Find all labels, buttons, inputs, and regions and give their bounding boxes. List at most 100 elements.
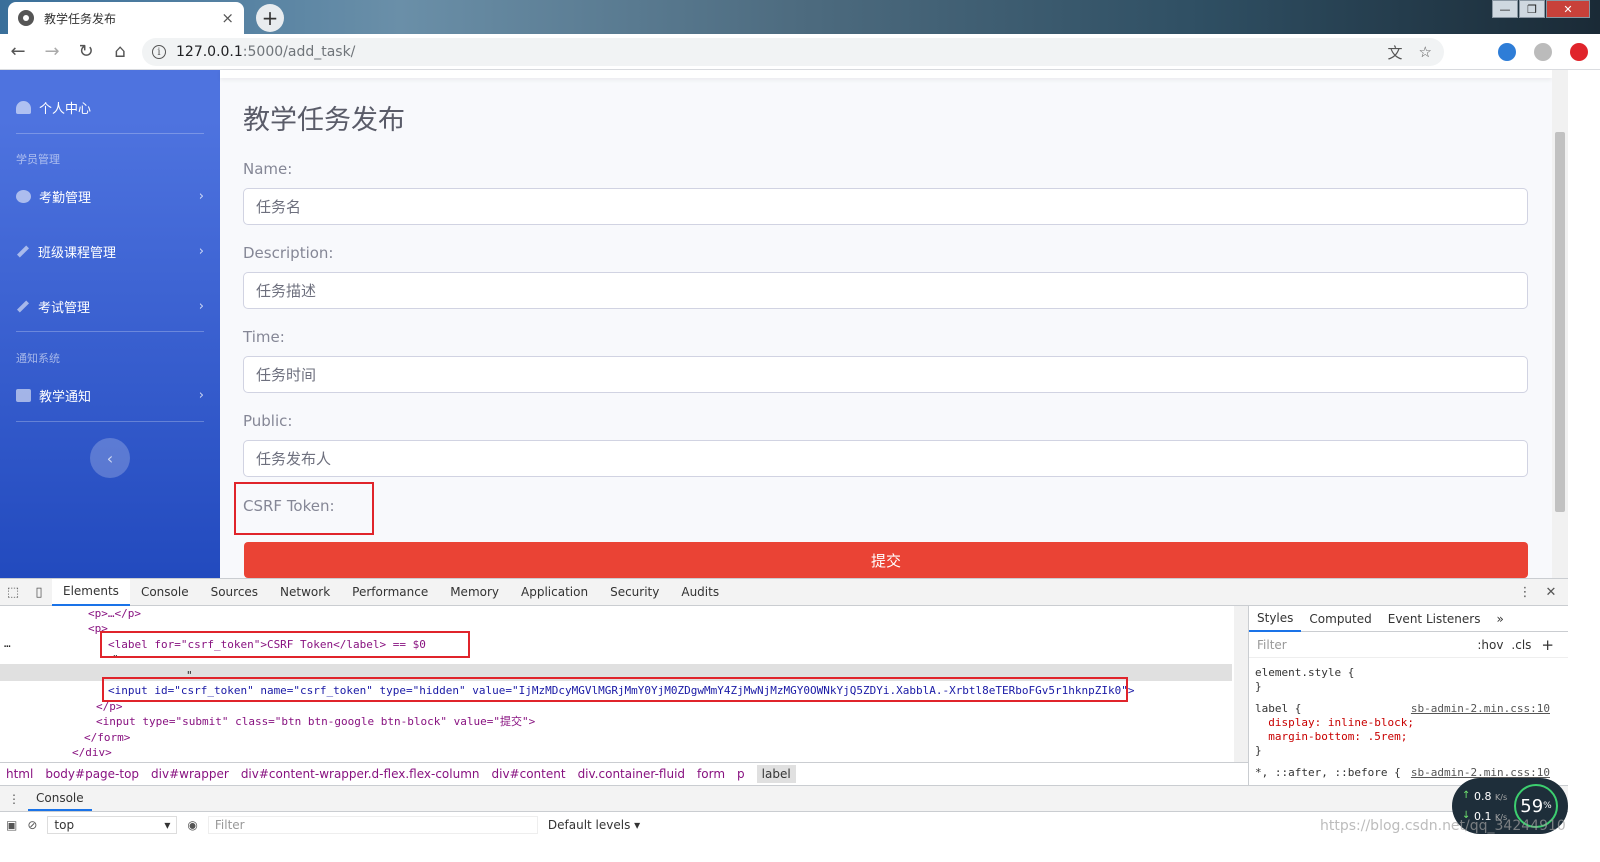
extension-globe-icon[interactable] <box>1498 43 1516 61</box>
sidebar-heading-students: 学员管理 <box>16 153 60 166</box>
sidebar-item-class-course[interactable]: 班级课程管理 › <box>16 242 204 261</box>
task-name-input[interactable]: 任务名 <box>243 188 1528 225</box>
tab-elements[interactable]: Elements <box>52 578 130 606</box>
tab-application[interactable]: Application <box>510 579 599 606</box>
tab-sources[interactable]: Sources <box>200 579 269 606</box>
submit-button[interactable]: 提交 <box>244 542 1528 578</box>
breadcrumb-item[interactable]: div#content <box>492 767 566 781</box>
highlight-box <box>234 482 374 535</box>
address-bar[interactable]: i 127.0.0.1:5000/add_task/ 文 ☆ <box>142 38 1444 66</box>
tab-security[interactable]: Security <box>599 579 670 606</box>
more-options-icon[interactable]: ⋮ <box>1512 579 1538 606</box>
back-arrow-icon[interactable]: ← <box>2 36 34 68</box>
tab-computed[interactable]: Computed <box>1301 606 1379 632</box>
dom-node-p-collapsed[interactable]: <p>…</p> <box>88 606 141 621</box>
breadcrumb-item[interactable]: div#content-wrapper.d-flex.flex-column <box>241 767 480 781</box>
forward-arrow-icon[interactable]: → <box>36 36 68 68</box>
eye-icon[interactable]: ◉ <box>187 818 197 832</box>
tab-title: 教学任务发布 <box>44 11 117 26</box>
sidebar-item-personal-center[interactable]: 个人中心 <box>16 98 204 117</box>
profile-avatar-icon[interactable] <box>1534 43 1552 61</box>
sidebar-toggle-button[interactable]: ‹ <box>90 438 130 478</box>
add-rule-icon[interactable]: + <box>1541 636 1554 654</box>
upload-arrow-icon: ↑ <box>1462 790 1471 801</box>
tab-console[interactable]: Console <box>130 579 200 606</box>
sidebar-item-label: 考勤管理 <box>39 191 92 206</box>
close-window-button[interactable]: ✕ <box>1546 0 1590 18</box>
sidebar-item-attendance[interactable]: 考勤管理 › <box>16 187 204 206</box>
hov-toggle[interactable]: :hov <box>1477 638 1503 652</box>
home-icon[interactable]: ⌂ <box>104 36 136 68</box>
dom-node-input-submit[interactable]: <input type="submit" class="btn btn-goog… <box>96 714 535 729</box>
dom-node-div-close[interactable]: </div> <box>72 745 112 760</box>
time-label: Time: <box>243 328 285 346</box>
main-content: 教学任务发布 Name: 任务名 Description: 任务描述 Time:… <box>220 70 1552 578</box>
tab-drawer-console[interactable]: Console <box>28 787 92 811</box>
tab-audits[interactable]: Audits <box>670 579 730 606</box>
breadcrumb-item[interactable]: form <box>697 767 725 781</box>
new-tab-button[interactable]: + <box>256 4 284 32</box>
breadcrumb-item-selected[interactable]: label <box>756 765 796 783</box>
more-tabs-icon[interactable]: » <box>1488 606 1511 632</box>
tab-memory[interactable]: Memory <box>439 579 510 606</box>
breadcrumb-item[interactable]: div#wrapper <box>151 767 229 781</box>
style-source-link[interactable]: sb-admin-2.min.css:10 <box>1411 702 1550 715</box>
chevron-right-icon: › <box>198 244 204 259</box>
description-label: Description: <box>243 244 334 262</box>
window-controls: — ❐ ✕ <box>1492 0 1590 20</box>
breadcrumb-item[interactable]: html <box>6 767 33 781</box>
close-devtools-icon[interactable]: ✕ <box>1538 579 1564 606</box>
styles-tabbar: Styles Computed Event Listeners » <box>1249 606 1568 632</box>
console-filter-input[interactable]: Filter <box>207 816 538 834</box>
breadcrumb-item[interactable]: p <box>737 767 745 781</box>
favicon-icon <box>18 10 34 26</box>
style-rule-line: display: inline-block; <box>1255 716 1414 729</box>
tab-styles[interactable]: Styles <box>1249 606 1302 632</box>
task-publisher-placeholder: 任务发布人 <box>256 450 332 468</box>
inspect-element-icon[interactable]: ⬚ <box>0 579 26 606</box>
watermark: https://blog.csdn.net/qq_34244910 <box>1320 818 1566 834</box>
tab-performance[interactable]: Performance <box>341 579 439 606</box>
cls-toggle[interactable]: .cls <box>1511 638 1531 652</box>
styles-filter-row: Filter :hov .cls + <box>1249 632 1568 658</box>
maximize-button[interactable]: ❐ <box>1519 0 1545 18</box>
sidebar-item-exam[interactable]: 考试管理 › <box>16 297 204 316</box>
clear-console-icon[interactable]: ⊘ <box>27 818 37 832</box>
minimize-button[interactable]: — <box>1492 0 1518 18</box>
chevron-down-icon: ▾ <box>164 818 171 832</box>
drawer-menu-icon[interactable]: ⋮ <box>0 792 28 806</box>
translate-icon[interactable]: 文 <box>1388 42 1403 63</box>
context-selector[interactable]: top ▾ <box>47 816 178 834</box>
sidebar-item-label: 考试管理 <box>38 301 91 316</box>
breadcrumb-item[interactable]: div.container-fluid <box>578 767 685 781</box>
breadcrumb-item[interactable]: body#page-top <box>45 767 139 781</box>
browser-tab[interactable]: 教学任务发布 × <box>8 2 244 34</box>
url-path: :5000/add_task/ <box>242 44 356 60</box>
sidebar-item-teaching-notice[interactable]: 教学通知 › <box>16 386 204 405</box>
extensions <box>1498 43 1588 61</box>
tab-network[interactable]: Network <box>269 579 341 606</box>
page-scrollbar[interactable] <box>1552 70 1568 578</box>
dom-node-form-close[interactable]: </form> <box>84 730 130 745</box>
task-description-input[interactable]: 任务描述 <box>243 272 1528 309</box>
tab-close-icon[interactable]: × <box>221 9 234 27</box>
task-publisher-input[interactable]: 任务发布人 <box>243 440 1528 477</box>
style-rule-line: *, ::after, ::before { <box>1255 766 1401 779</box>
dashboard-icon <box>16 101 31 114</box>
reload-icon[interactable]: ↻ <box>70 36 102 68</box>
log-levels-dropdown[interactable]: Default levels ▾ <box>548 818 640 832</box>
elements-scrollbar[interactable] <box>1234 606 1248 762</box>
bookmark-star-icon[interactable]: ☆ <box>1419 43 1432 61</box>
update-icon[interactable] <box>1570 43 1588 61</box>
sidebar-divider <box>16 331 204 332</box>
sidebar-toggle-icon[interactable]: ▣ <box>6 818 17 832</box>
sidebar-item-label: 教学通知 <box>39 390 92 405</box>
device-toolbar-icon[interactable]: ▯ <box>26 579 52 606</box>
info-icon[interactable]: i <box>152 45 166 59</box>
task-time-input[interactable]: 任务时间 <box>243 356 1528 393</box>
sidebar-item-label: 个人中心 <box>39 102 92 117</box>
styles-filter-input[interactable]: Filter <box>1257 638 1477 652</box>
devtools-tabbar: ⬚ ▯ Elements Console Sources Network Per… <box>0 578 1568 606</box>
scrollbar-thumb[interactable] <box>1555 132 1565 512</box>
tab-event-listeners[interactable]: Event Listeners <box>1380 606 1489 632</box>
